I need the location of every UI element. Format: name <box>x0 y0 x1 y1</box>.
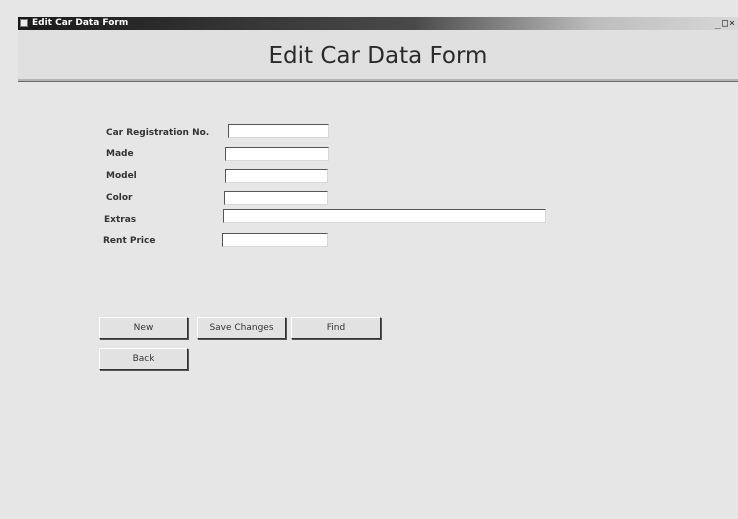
extras-label: Extras <box>104 215 137 225</box>
color-input[interactable] <box>224 191 328 205</box>
window-controls: _□× <box>715 17 736 30</box>
new-button[interactable]: New <box>99 317 188 339</box>
save-changes-button[interactable]: Save Changes <box>197 317 286 339</box>
back-button[interactable]: Back <box>99 348 188 370</box>
maximize-button[interactable]: □ <box>722 18 729 29</box>
find-button[interactable]: Find <box>291 317 381 339</box>
title-bar: Edit Car Data Form _□× <box>18 17 738 30</box>
color-label: Color <box>106 193 133 203</box>
form-header: Edit Car Data Form <box>18 30 738 82</box>
form-title: Edit Car Data Form <box>268 43 488 69</box>
minimize-button[interactable]: _ <box>715 18 722 29</box>
car-registration-input[interactable] <box>228 124 329 138</box>
rent-price-input[interactable] <box>222 233 328 247</box>
extras-input[interactable] <box>223 209 546 223</box>
model-label: Model <box>106 171 137 181</box>
made-label: Made <box>106 149 134 159</box>
model-input[interactable] <box>225 169 328 183</box>
form-body: Car Registration No. Made Model Color Ex… <box>18 82 738 519</box>
made-input[interactable] <box>225 147 329 161</box>
app-window: Edit Car Data Form _□× Edit Car Data For… <box>0 0 738 519</box>
window-title: Edit Car Data Form <box>32 18 129 28</box>
rent-price-label: Rent Price <box>103 236 156 246</box>
close-button[interactable]: × <box>729 18 736 29</box>
car-registration-label: Car Registration No. <box>106 128 210 138</box>
form-icon <box>20 19 28 27</box>
